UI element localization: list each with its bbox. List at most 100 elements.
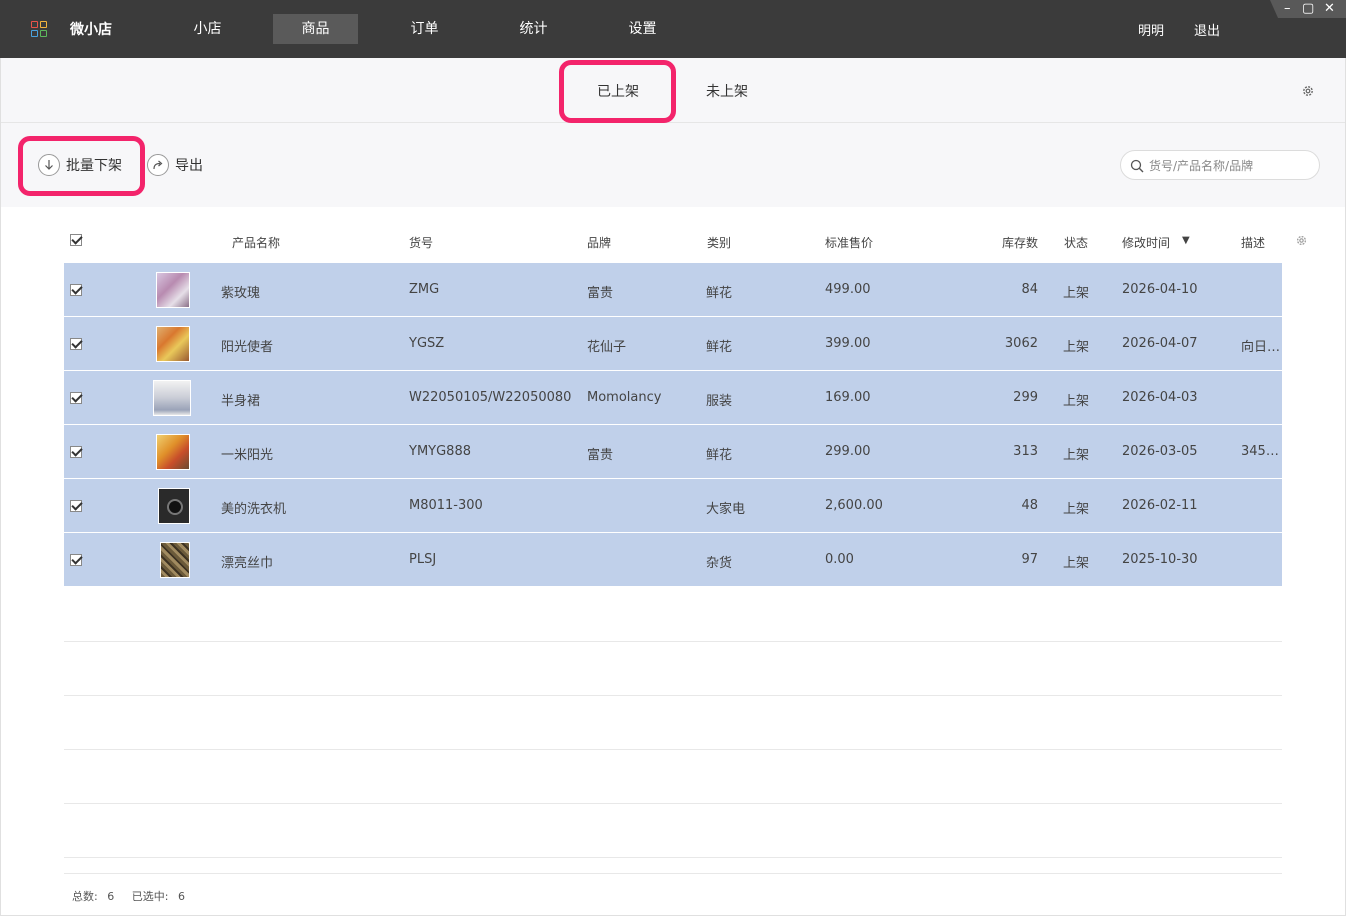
product-stock: 299 xyxy=(1013,390,1038,405)
table-row[interactable]: 漂亮丝巾 PLSJ 杂货 0.00 97 上架 2025-10-30 xyxy=(64,533,1282,587)
product-stock: 84 xyxy=(1021,282,1038,297)
product-price: 299.00 xyxy=(825,444,871,459)
product-name: 阳光使者 xyxy=(221,340,274,355)
maximize-icon[interactable]: ▢ xyxy=(1302,1,1314,17)
total-count: 6 xyxy=(107,890,115,903)
product-thumbnail xyxy=(153,380,191,416)
col-price[interactable]: 标准售价 xyxy=(825,234,873,251)
table-row[interactable]: 紫玫瑰 ZMG 富贵 鲜花 499.00 84 上架 2026-04-10 xyxy=(64,263,1282,317)
table-row[interactable]: 一米阳光 YMYG888 富贵 鲜花 299.00 313 上架 2026-03… xyxy=(64,425,1282,479)
col-name[interactable]: 产品名称 xyxy=(232,234,280,251)
nav-shop[interactable]: 小店 xyxy=(165,14,250,44)
product-thumbnail xyxy=(156,434,190,470)
search-icon xyxy=(1130,159,1144,173)
product-price: 169.00 xyxy=(825,390,871,405)
product-sku: ZMG xyxy=(409,282,440,297)
product-thumbnail xyxy=(160,542,190,578)
col-category[interactable]: 类别 xyxy=(707,234,731,251)
nav-orders[interactable]: 订单 xyxy=(382,14,467,44)
product-status: 上架 xyxy=(1063,286,1090,301)
product-brand: 富贵 xyxy=(587,448,614,463)
product-modified: 2026-04-07 xyxy=(1122,336,1198,351)
table-header: 产品名称 货号 品牌 类别 标准售价 库存数 状态 修改时间 ▼ 描述 xyxy=(64,222,1307,262)
app-logo-icon xyxy=(31,21,47,37)
col-brand[interactable]: 品牌 xyxy=(587,234,611,251)
product-name: 一米阳光 xyxy=(221,448,274,463)
product-brand: Momolancy xyxy=(587,390,662,405)
export-button[interactable]: 导出 xyxy=(147,152,203,178)
row-checkbox[interactable] xyxy=(70,500,82,512)
col-desc[interactable]: 描述 xyxy=(1241,234,1265,251)
product-name: 美的洗衣机 xyxy=(221,502,287,517)
product-modified: 2025-10-30 xyxy=(1122,552,1198,567)
user-name[interactable]: 明明 xyxy=(1138,20,1164,39)
empty-row-divider xyxy=(64,749,1282,750)
selected-label: 已选中: xyxy=(131,890,169,903)
product-brand: 富贵 xyxy=(587,286,614,301)
window-controls: – ▢ ✕ xyxy=(1270,0,1346,18)
search-box xyxy=(1120,150,1320,180)
product-stock: 313 xyxy=(1013,444,1038,459)
row-checkbox[interactable] xyxy=(70,554,82,566)
product-category: 鲜花 xyxy=(706,340,733,355)
product-category: 鲜花 xyxy=(706,448,733,463)
product-price: 2,600.00 xyxy=(825,498,883,513)
tab-off-shelf[interactable]: 未上架 xyxy=(706,81,748,101)
product-desc: 向日… xyxy=(1241,340,1281,355)
select-all-checkbox[interactable] xyxy=(70,234,82,246)
product-sku: YMYG888 xyxy=(409,444,471,459)
product-status: 上架 xyxy=(1063,556,1090,571)
search-input[interactable] xyxy=(1149,156,1309,176)
minimize-icon[interactable]: – xyxy=(1284,1,1291,17)
table-row[interactable]: 美的洗衣机 M8011-300 大家电 2,600.00 48 上架 2026-… xyxy=(64,479,1282,533)
window-border-left xyxy=(0,58,1,916)
logout-button[interactable]: 退出 xyxy=(1194,20,1220,39)
product-price: 499.00 xyxy=(825,282,871,297)
row-checkbox[interactable] xyxy=(70,338,82,350)
product-sku: M8011-300 xyxy=(409,498,483,513)
product-price: 0.00 xyxy=(825,552,854,567)
nav-settings[interactable]: 设置 xyxy=(600,14,685,44)
column-settings-gear-icon[interactable] xyxy=(1295,234,1308,247)
col-sku[interactable]: 货号 xyxy=(409,234,433,251)
product-name: 漂亮丝巾 xyxy=(221,556,274,571)
product-stock: 48 xyxy=(1021,498,1038,513)
table-row[interactable]: 阳光使者 YGSZ 花仙子 鲜花 399.00 3062 上架 2026-04-… xyxy=(64,317,1282,371)
product-desc: 345… xyxy=(1241,444,1279,459)
product-status: 上架 xyxy=(1063,502,1090,517)
product-modified: 2026-04-10 xyxy=(1122,282,1198,297)
empty-row-divider xyxy=(64,803,1282,804)
settings-gear-icon[interactable] xyxy=(1301,84,1315,98)
product-stock: 3062 xyxy=(1004,336,1038,351)
product-sku: W22050105/W22050080 xyxy=(409,390,572,405)
table-row[interactable]: 半身裙 W22050105/W22050080 Momolancy 服装 169… xyxy=(64,371,1282,425)
product-modified: 2026-04-03 xyxy=(1122,390,1198,405)
product-modified: 2026-03-05 xyxy=(1122,444,1198,459)
nav-products[interactable]: 商品 xyxy=(273,14,358,44)
product-modified: 2026-02-11 xyxy=(1122,498,1198,513)
sort-desc-icon[interactable]: ▼ xyxy=(1182,235,1190,246)
col-status[interactable]: 状态 xyxy=(1064,234,1088,251)
col-stock[interactable]: 库存数 xyxy=(1002,234,1038,251)
product-status: 上架 xyxy=(1063,340,1090,355)
row-checkbox[interactable] xyxy=(70,284,82,296)
total-label: 总数: xyxy=(72,890,98,903)
product-category: 大家电 xyxy=(706,502,746,517)
product-sku: YGSZ xyxy=(409,336,445,351)
empty-row-divider xyxy=(64,641,1282,642)
app-title: 微小店 xyxy=(70,22,112,38)
share-arrow-icon xyxy=(147,154,169,176)
empty-row-divider xyxy=(64,695,1282,696)
row-checkbox[interactable] xyxy=(70,392,82,404)
footer-divider xyxy=(64,873,1282,874)
product-stock: 97 xyxy=(1021,552,1038,567)
product-brand: 花仙子 xyxy=(587,340,627,355)
close-icon[interactable]: ✕ xyxy=(1324,1,1335,17)
col-modified[interactable]: 修改时间 xyxy=(1122,234,1170,251)
row-checkbox[interactable] xyxy=(70,446,82,458)
product-thumbnail xyxy=(156,272,190,308)
product-price: 399.00 xyxy=(825,336,871,351)
product-status: 上架 xyxy=(1063,394,1090,409)
selected-count: 6 xyxy=(177,890,185,903)
nav-statistics[interactable]: 统计 xyxy=(491,14,576,44)
